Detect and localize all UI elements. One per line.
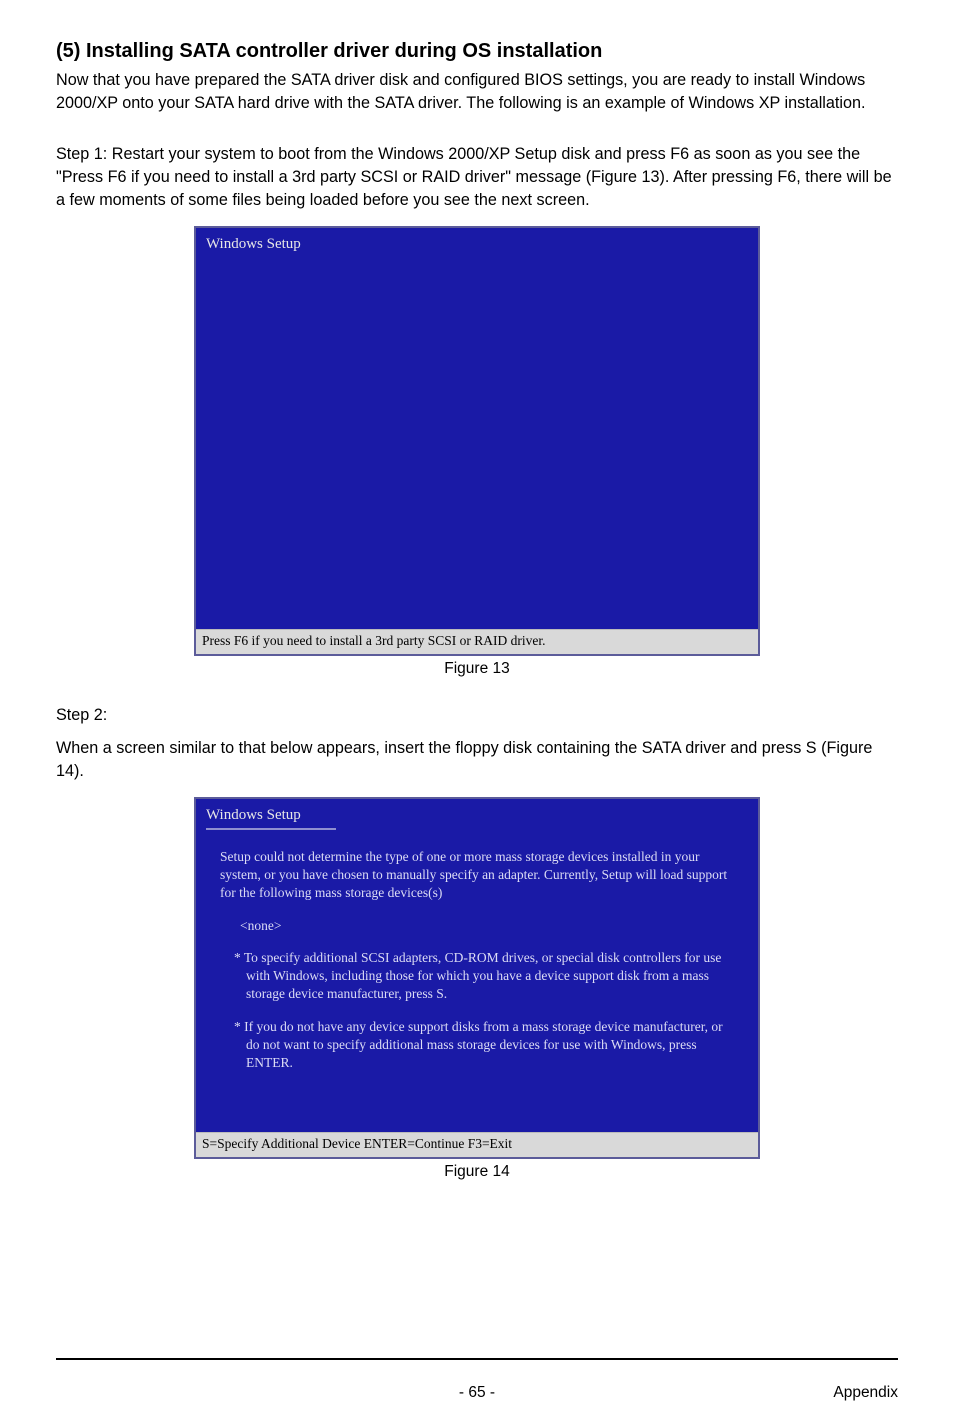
windows-setup-title: Windows Setup <box>196 228 758 257</box>
step-1-paragraph: Step 1: Restart your system to boot from… <box>56 143 898 212</box>
step-2-paragraph: When a screen similar to that below appe… <box>56 737 898 783</box>
setup-intro-text: Setup could not determine the type of on… <box>220 848 734 903</box>
windows-setup-body: Setup could not determine the type of on… <box>196 834 758 1132</box>
windows-setup-title: Windows Setup <box>196 799 758 828</box>
windows-setup-body <box>196 257 758 629</box>
none-item: <none> <box>240 917 734 935</box>
bullet-2: * If you do not have any device support … <box>234 1018 734 1073</box>
page-number: - 65 - <box>459 1384 495 1402</box>
windows-setup-status-bar: Press F6 if you need to install a 3rd pa… <box>196 629 758 654</box>
section-name: Appendix <box>833 1384 898 1402</box>
title-underline <box>206 828 336 830</box>
bullet-1: * To specify additional SCSI adapters, C… <box>234 949 734 1004</box>
windows-setup-status-bar: S=Specify Additional Device ENTER=Contin… <box>196 1132 758 1157</box>
figure-14-caption: Figure 14 <box>56 1163 898 1181</box>
section-heading: (5) Installing SATA controller driver du… <box>56 40 898 63</box>
step-2-label: Step 2: <box>56 704 898 727</box>
footer-rule <box>56 1358 898 1360</box>
figure-13-caption: Figure 13 <box>56 660 898 678</box>
figure-14-window: Windows Setup Setup could not determine … <box>194 797 760 1159</box>
intro-paragraph: Now that you have prepared the SATA driv… <box>56 69 898 115</box>
figure-13-window: Windows Setup Press F6 if you need to in… <box>194 226 760 656</box>
